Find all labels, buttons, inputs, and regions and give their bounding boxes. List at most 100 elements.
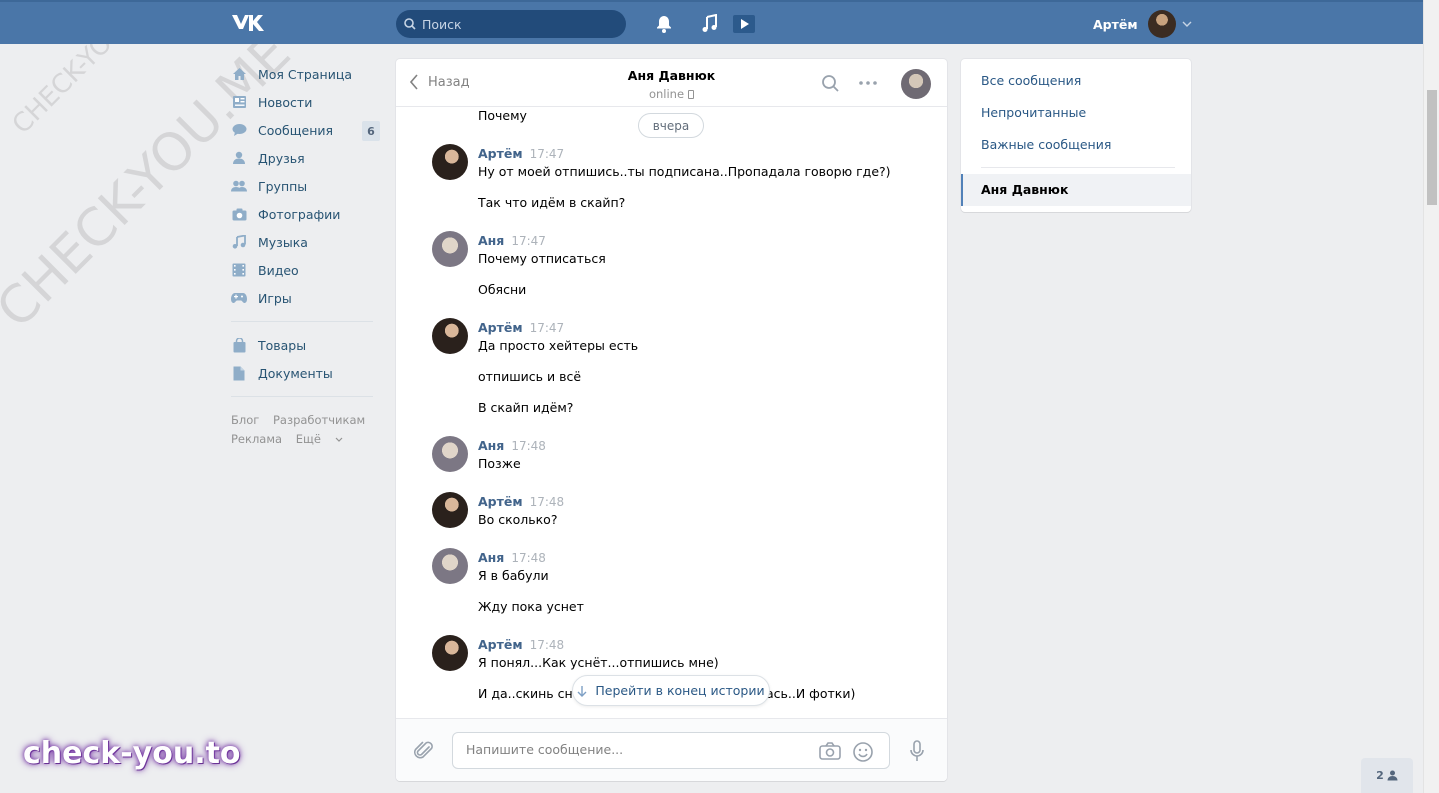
message-text: Почему (478, 108, 527, 123)
bag-icon (231, 337, 247, 353)
message-input-box[interactable] (452, 732, 890, 769)
avatar[interactable] (432, 548, 468, 584)
more-icon[interactable] (859, 81, 877, 85)
footer-link-blog[interactable]: Блог (231, 413, 259, 427)
user-menu[interactable]: Артём (1093, 10, 1192, 38)
author-name: Артём (478, 637, 523, 652)
friends-online-count: 2 (1376, 769, 1384, 782)
messages-icon (231, 122, 247, 138)
filter-divider (981, 167, 1175, 168)
nav-item-label: Группы (258, 178, 308, 194)
home-icon (231, 66, 247, 82)
user-avatar (1147, 10, 1176, 38)
chevron-down-icon (335, 437, 343, 442)
message-input[interactable] (466, 742, 806, 757)
filter-all-messages[interactable]: Все сообщения (981, 73, 1081, 88)
nav-item-documents[interactable]: Документы (231, 359, 381, 387)
message-author[interactable]: Артём 17:48 (478, 637, 564, 652)
message-author[interactable]: Артём 17:47 (478, 146, 564, 161)
nav-item-photos[interactable]: Фотографии (231, 200, 381, 228)
avatar[interactable] (432, 144, 468, 180)
news-icon (231, 94, 247, 110)
message-text: Я в бабули (478, 568, 549, 583)
microphone-icon[interactable] (909, 740, 925, 762)
nav-divider (231, 396, 373, 397)
friends-online-button[interactable]: 2 (1361, 758, 1413, 793)
nav-item-groups[interactable]: Группы (231, 172, 381, 200)
footer-link-ads[interactable]: Реклама (231, 432, 282, 446)
nav-item-label: Сообщения (258, 122, 334, 138)
author-name: Аня (478, 438, 505, 453)
avatar[interactable] (432, 318, 468, 354)
message-author[interactable]: Аня 17:48 (478, 550, 546, 565)
nav-item-label: Товары (258, 337, 307, 353)
play-icon[interactable] (732, 14, 756, 34)
paperclip-icon[interactable] (414, 739, 434, 761)
jump-to-end-button[interactable]: Перейти в конец истории (572, 675, 770, 706)
nav-item-video[interactable]: Видео (231, 256, 381, 284)
nav-item-news[interactable]: Новости (231, 88, 381, 116)
nav-item-label: Фотографии (258, 206, 341, 222)
brand-watermark: check-you.to (23, 736, 241, 771)
filter-unread[interactable]: Непрочитанные (981, 105, 1086, 120)
footer-more-label: Ещё (295, 432, 321, 446)
vk-logo-icon[interactable] (231, 13, 265, 33)
search-icon[interactable] (822, 75, 839, 92)
document-icon (231, 365, 247, 381)
message-author[interactable]: Аня 17:48 (478, 438, 546, 453)
messages-filter-panel: Все сообщения Непрочитанные Важные сообщ… (961, 59, 1191, 212)
avatar[interactable] (432, 492, 468, 528)
message-author[interactable]: Артём 17:47 (478, 320, 564, 335)
left-navigation: Моя Страница Новости Сообщения 6 Друзья … (231, 60, 381, 449)
nav-item-music[interactable]: Музыка (231, 228, 381, 256)
nav-item-label: Документы (258, 365, 333, 381)
author-name: Артём (478, 146, 523, 161)
nav-item-games[interactable]: Игры (231, 284, 381, 312)
active-conversation[interactable]: Аня Давнюк (961, 174, 1191, 206)
camera-icon[interactable] (819, 742, 841, 760)
chat-header: Назад Аня Давнюк online (396, 59, 947, 107)
message-author[interactable]: Артём 17:48 (478, 494, 564, 509)
nav-item-friends[interactable]: Друзья (231, 144, 381, 172)
music-icon[interactable] (700, 14, 720, 34)
filter-important[interactable]: Важные сообщения (981, 137, 1111, 152)
nav-item-my-page[interactable]: Моя Страница (231, 60, 381, 88)
message-text: Обясни (478, 282, 527, 297)
message-text: Да просто хейтеры есть (478, 338, 639, 353)
unread-count-badge: 6 (362, 121, 380, 141)
author-name: Аня (478, 233, 505, 248)
camera-icon (231, 206, 247, 222)
avatar[interactable] (432, 635, 468, 671)
search-input[interactable] (422, 16, 612, 32)
nav-item-label: Видео (258, 262, 299, 278)
message-text: Почему отписаться (478, 251, 606, 266)
search-box[interactable] (396, 10, 626, 38)
message-author[interactable]: Аня 17:47 (478, 233, 546, 248)
nav-item-label: Новости (258, 94, 313, 110)
message-time: 17:48 (529, 495, 565, 509)
avatar[interactable] (432, 231, 468, 267)
footer-link-developers[interactable]: Разработчикам (273, 413, 365, 427)
nav-item-goods[interactable]: Товары (231, 331, 381, 359)
nav-item-label: Моя Страница (258, 66, 352, 82)
footer-link-more[interactable]: Ещё (296, 432, 343, 446)
message-text: ась..И фотки) (766, 686, 856, 701)
scrollbar-thumb[interactable] (1427, 90, 1437, 205)
video-icon (231, 262, 247, 278)
jump-label: Перейти в конец истории (595, 683, 765, 698)
message-text: И да..скинь сно (478, 686, 581, 701)
avatar[interactable] (432, 436, 468, 472)
page-scrollbar[interactable] (1423, 0, 1439, 793)
message-text: Я понял...Как уснёт...отпишись мне) (478, 655, 719, 670)
nav-divider (231, 321, 373, 322)
contact-avatar[interactable] (901, 69, 931, 99)
nav-item-messages[interactable]: Сообщения 6 (231, 116, 381, 144)
nav-item-label: Друзья (258, 150, 305, 166)
nav-item-label: Музыка (258, 234, 308, 250)
message-text: Во сколько? (478, 512, 558, 527)
emoji-icon[interactable] (853, 742, 873, 762)
message-time: 17:48 (529, 638, 565, 652)
author-name: Аня (478, 550, 505, 565)
message-history[interactable]: Почему вчера Артём 17:47 Ну от моей отпиш… (396, 107, 947, 718)
bell-icon[interactable] (654, 14, 674, 34)
